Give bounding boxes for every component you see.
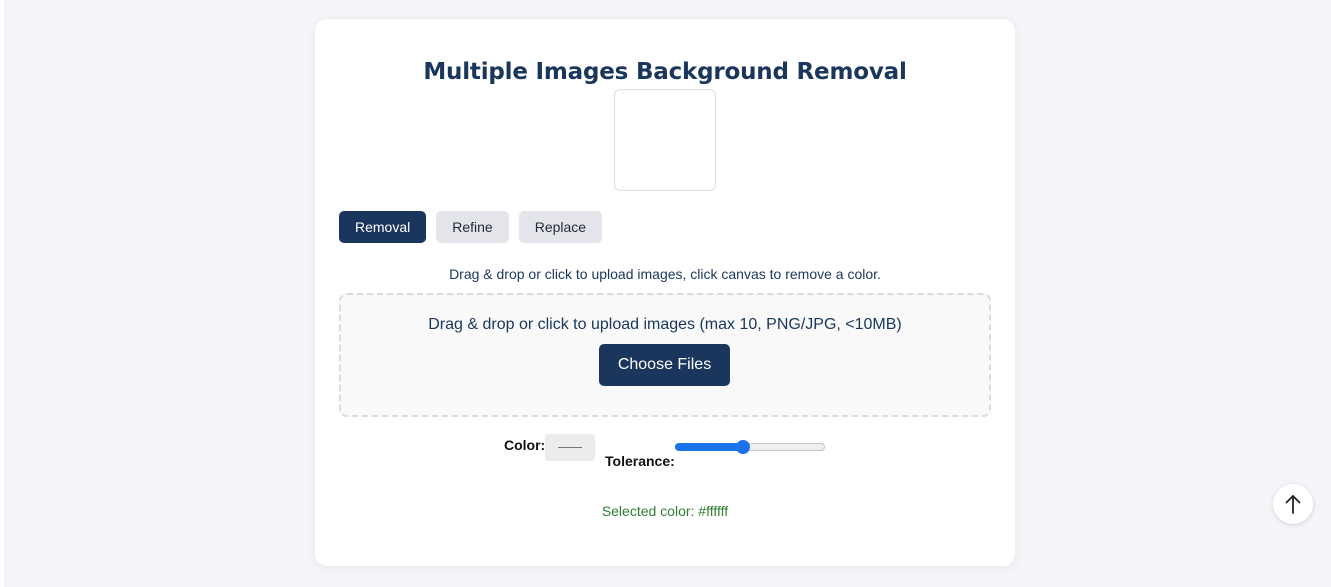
color-swatch-line (558, 447, 582, 448)
dropzone-text: Drag & drop or click to upload images (m… (428, 316, 902, 333)
arrow-up-icon (1285, 495, 1301, 514)
choose-files-button[interactable]: Choose Files (599, 344, 730, 386)
page-left-edge (0, 0, 4, 587)
tab-removal[interactable]: Removal (339, 211, 427, 243)
tab-refine[interactable]: Refine (436, 211, 509, 243)
selected-color-status: Selected color: #ffffff (601, 503, 729, 519)
instructions-text: Drag & drop or click to upload images, c… (449, 266, 881, 282)
image-preview-canvas[interactable] (614, 89, 716, 191)
tab-replace[interactable]: Replace (518, 211, 603, 243)
tolerance-label: Tolerance: (605, 453, 675, 469)
main-card: Multiple Images Background Removal Remov… (315, 19, 1015, 566)
page-title: Multiple Images Background Removal (423, 59, 907, 85)
slider-fill (675, 443, 743, 451)
scroll-to-top-button[interactable] (1273, 484, 1313, 524)
upload-dropzone[interactable]: Drag & drop or click to upload images (m… (339, 293, 991, 417)
slider-thumb[interactable] (736, 440, 750, 454)
mode-tabs: Removal Refine Replace (339, 211, 603, 243)
color-picker[interactable] (545, 434, 595, 461)
color-label: Color: (504, 437, 546, 453)
tolerance-slider[interactable] (675, 440, 825, 454)
